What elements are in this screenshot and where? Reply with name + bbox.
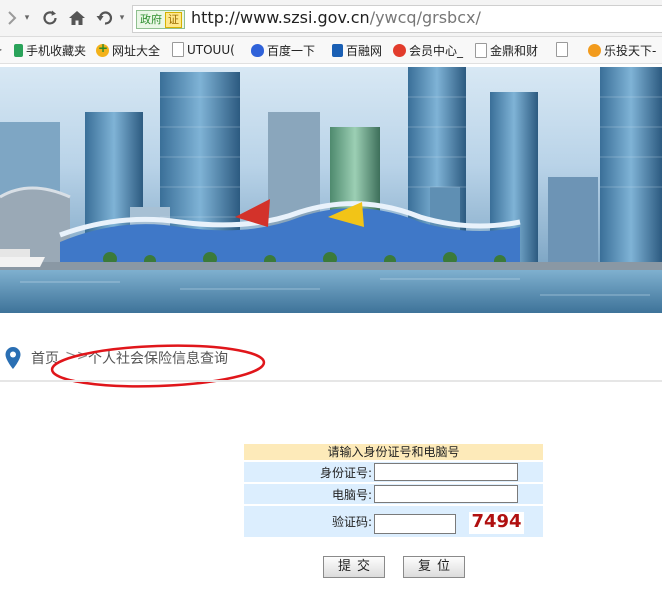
computer-number-label: 电脑号: xyxy=(331,487,372,502)
submit-button[interactable]: 提交 xyxy=(323,556,385,578)
bookmark-label: UTOUU( xyxy=(187,42,235,57)
home-icon[interactable] xyxy=(67,7,87,29)
url-path: /ywcq/grsbcx/ xyxy=(369,8,481,27)
phone-icon xyxy=(14,44,23,57)
url-text[interactable]: http://www.szsi.gov.cn/ywcq/grsbcx/ xyxy=(191,8,481,27)
baidu-paw-icon xyxy=(251,44,264,57)
id-number-label: 身份证号: xyxy=(319,465,372,480)
bookmark-letou[interactable]: 乐投天下- xyxy=(588,42,656,59)
undo-dropdown-icon[interactable]: ▾ xyxy=(117,7,127,29)
bookmark-untitled[interactable] xyxy=(556,42,571,57)
form-heading: 请输入身份证号和电脑号 xyxy=(244,444,543,461)
bookmark-label: 金鼎和财 xyxy=(490,44,539,58)
address-bar[interactable]: 政府 证 http://www.szsi.gov.cn/ywcq/grsbcx/ xyxy=(132,5,662,33)
member-icon xyxy=(393,44,406,57)
bookmark-baidu[interactable]: 百度一下 xyxy=(251,42,315,59)
refresh-icon[interactable] xyxy=(40,7,60,29)
bookmark-member-center[interactable]: 会员中心_ xyxy=(393,42,463,59)
bookmark-url-directory[interactable]: + 网址大全 xyxy=(96,41,161,59)
bookmark-jinding[interactable]: 金鼎和财 xyxy=(475,42,538,59)
id-number-input[interactable] xyxy=(374,463,518,481)
undo-icon[interactable] xyxy=(95,7,115,29)
bookmark-bairong[interactable]: 百融网 xyxy=(332,42,382,59)
bookmark-phone-favorites[interactable]: 手机收藏夹 xyxy=(14,42,86,59)
captcha-input[interactable] xyxy=(374,513,456,534)
computer-number-input[interactable] xyxy=(374,485,518,503)
bookmark-label: 网址大全 xyxy=(112,44,161,58)
skyline-illustration xyxy=(0,67,662,313)
gov-badge[interactable]: 政府 证 xyxy=(136,10,185,29)
coin-icon xyxy=(588,44,601,57)
bookmark-label: 百度一下 xyxy=(267,44,316,58)
page-icon xyxy=(475,43,487,58)
location-pin-icon xyxy=(4,346,22,374)
bookmarks-overflow-icon[interactable]: ▸ xyxy=(0,42,2,56)
computer-number-row: 电脑号: xyxy=(244,483,543,505)
bookmark-utouu[interactable]: UTOUU( xyxy=(172,42,235,57)
bookmark-label: 百融网 xyxy=(346,44,383,58)
bookmarks-bar: ▸ 手机收藏夹 + 网址大全 UTOUU( 百度一下 百融网 会员中心_ 金鼎和… xyxy=(0,37,662,64)
bookmark-label: 会员中心_ xyxy=(409,44,464,58)
breadcrumb: 首页 >> 个人社会保险信息查询 xyxy=(0,340,662,388)
gov-cert-badge: 证 xyxy=(165,12,182,28)
forward-icon[interactable] xyxy=(2,7,22,29)
city-skyline-banner xyxy=(0,67,662,313)
captcha-label: 验证码: xyxy=(331,515,372,529)
building-icon xyxy=(332,44,343,57)
gov-label: 政府 xyxy=(140,13,162,26)
page-icon xyxy=(556,42,568,57)
id-number-row: 身份证号: xyxy=(244,461,543,483)
page-icon xyxy=(172,42,184,57)
captcha-image[interactable]: 7494 xyxy=(469,512,524,534)
history-dropdown-icon[interactable]: ▾ xyxy=(22,7,32,29)
highlight-circle xyxy=(50,344,266,388)
browser-toolbar: ▾ ▾ 政府 证 http://www.szsi.gov.cn/ywcq/grs… xyxy=(0,0,662,37)
bookmark-label: 乐投天下- xyxy=(604,44,657,58)
plus-circle-icon: + xyxy=(96,41,109,57)
reset-button[interactable]: 复位 xyxy=(403,556,465,578)
divider xyxy=(0,380,662,382)
url-host: http://www.szsi.gov.cn xyxy=(191,8,370,27)
bookmark-label: 手机收藏夹 xyxy=(26,44,87,58)
